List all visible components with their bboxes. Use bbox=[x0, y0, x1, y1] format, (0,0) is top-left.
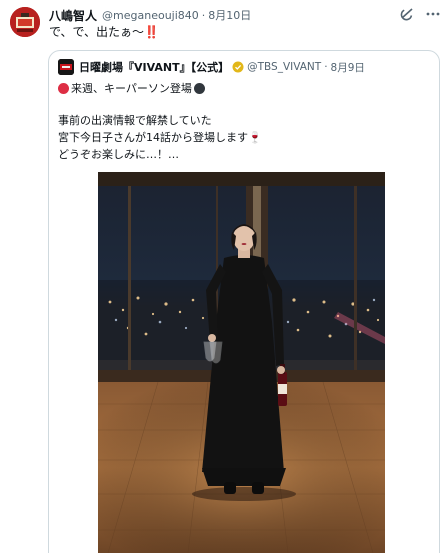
separator-dot: · bbox=[201, 8, 206, 22]
quoted-line-4: どうぞお楽しみに…！… bbox=[58, 148, 179, 161]
tweet-header: 八嶋智人 @meganeouji840 · 8月10日 bbox=[49, 6, 251, 24]
more-icon[interactable] bbox=[425, 6, 441, 22]
quoted-line-1: 来週、キーパーソン登場 bbox=[58, 80, 205, 96]
quoted-photo[interactable] bbox=[98, 172, 385, 553]
author-avatar[interactable] bbox=[10, 7, 40, 37]
author-name[interactable]: 八嶋智人 bbox=[49, 7, 97, 24]
quoted-line-1-text: 来週、キーパーソン登場 bbox=[71, 82, 192, 95]
quoted-line-2: 事前の出演情報で解禁していた bbox=[58, 114, 212, 127]
quoted-tweet[interactable]: 日曜劇場『VIVANT』【公式】 @TBS_VIVANT · 8月9日 来週、キ… bbox=[48, 50, 440, 553]
quoted-tweet-header: 日曜劇場『VIVANT』【公式】 @TBS_VIVANT · 8月9日 bbox=[58, 59, 365, 75]
tweet-text-body: で、で、出たぁ～ bbox=[49, 25, 145, 39]
red-circle-icon bbox=[58, 82, 69, 94]
grok-icon[interactable] bbox=[399, 6, 415, 22]
separator-dot: · bbox=[324, 61, 328, 73]
quoted-author-avatar[interactable] bbox=[58, 59, 74, 75]
quoted-tweet-date[interactable]: 8月9日 bbox=[331, 60, 365, 75]
author-handle[interactable]: @meganeouji840 bbox=[102, 9, 199, 22]
double-exclamation-icon: ‼️ bbox=[144, 25, 159, 39]
black-circle-icon bbox=[193, 82, 205, 94]
tweet[interactable]: 八嶋智人 @meganeouji840 · 8月10日 で、で、出たぁ～‼️ 日… bbox=[0, 0, 447, 553]
tweet-date[interactable]: 8月10日 bbox=[208, 7, 251, 23]
quoted-line-3: 宮下今日子さんが14話から登場します🍷 bbox=[58, 131, 262, 144]
quoted-author-handle[interactable]: @TBS_VIVANT bbox=[247, 61, 321, 73]
quoted-author-name[interactable]: 日曜劇場『VIVANT』【公式】 bbox=[79, 59, 229, 75]
verified-badge-icon bbox=[232, 61, 244, 73]
tweet-text: で、で、出たぁ～‼️ bbox=[49, 23, 159, 40]
